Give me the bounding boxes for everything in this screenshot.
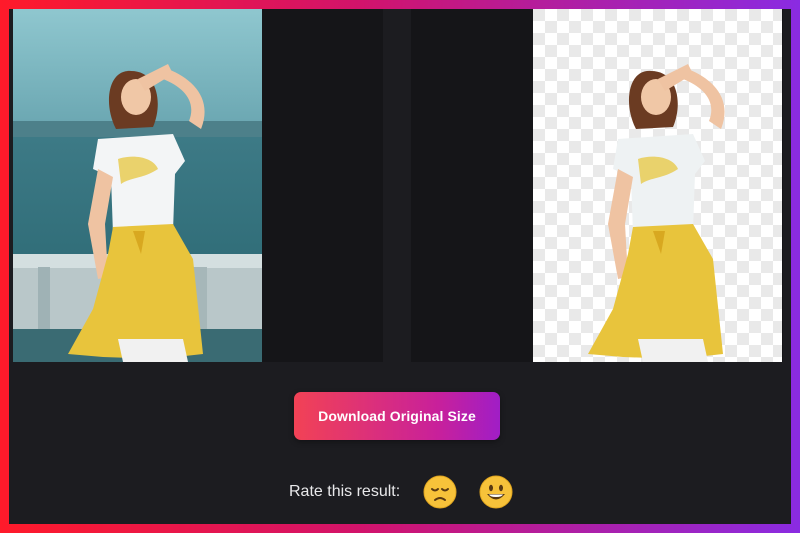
original-photo <box>13 9 262 362</box>
result-viewer: Download Original Size Rate this result: <box>9 9 791 524</box>
download-original-size-button[interactable]: Download Original Size <box>294 392 500 440</box>
rate-label: Rate this result: <box>289 483 401 500</box>
rate-good-button[interactable] <box>478 474 514 510</box>
rate-bad-button[interactable] <box>422 474 458 510</box>
background-removed-photo <box>533 9 782 362</box>
grinning-face-icon <box>479 475 513 509</box>
sad-face-icon <box>423 475 457 509</box>
rating-row: Rate this result: <box>289 474 534 510</box>
